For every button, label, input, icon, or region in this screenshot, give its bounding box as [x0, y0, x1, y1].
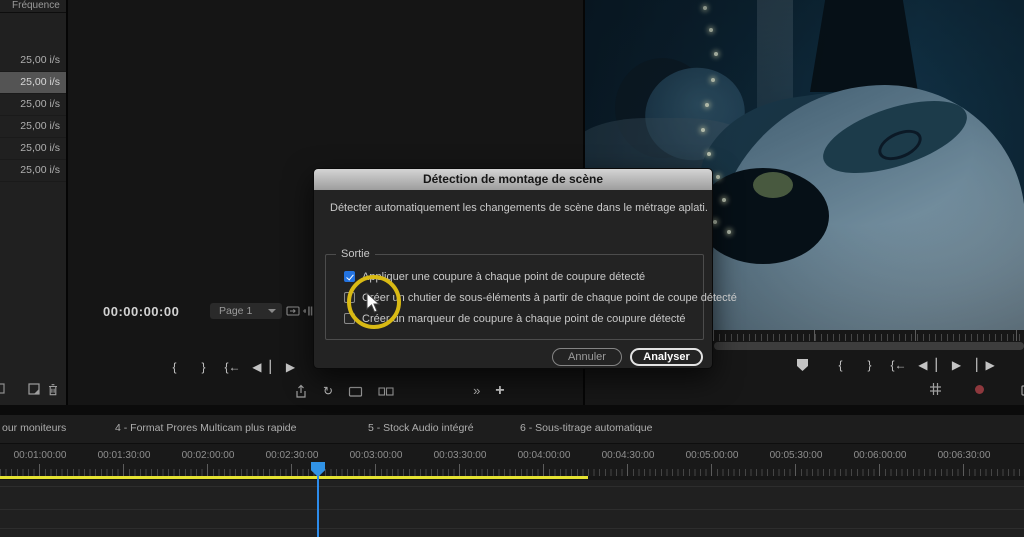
- checkbox-label: Appliquer une coupure à chaque point de …: [362, 270, 646, 283]
- play-icon[interactable]: ▶: [276, 359, 305, 375]
- bin-rows: 25,00 i/s 25,00 i/s 25,00 i/s 25,00 i/s 25,0…: [0, 50, 66, 182]
- fit-icon[interactable]: [286, 305, 300, 317]
- lift-icon[interactable]: ↻: [323, 383, 333, 399]
- checkbox-icon: [344, 271, 355, 282]
- monitor-icon[interactable]: [348, 385, 363, 398]
- dialog-option[interactable]: Créer un chutier de sous-éléments à part…: [344, 287, 737, 308]
- timeline-tab-bar: our moniteurs 4 - Format Prores Multicam …: [0, 415, 1024, 444]
- trash-icon[interactable]: [47, 383, 59, 396]
- checkbox-label: Créer un marqueur de coupure à chaque po…: [362, 312, 686, 325]
- program-scrollbar[interactable]: [714, 342, 1024, 350]
- program-mini-ruler[interactable]: [713, 330, 1024, 341]
- bin-toolbar: [0, 381, 66, 403]
- add-icon[interactable]: +: [495, 383, 504, 399]
- timeline-tab[interactable]: 6 - Sous-titrage automatique: [520, 422, 653, 434]
- mouse-cursor: [366, 291, 382, 319]
- checkbox-label: Créer un chutier de sous-éléments à part…: [362, 291, 737, 304]
- dialog-description: Détecter automatiquement les changements…: [330, 202, 708, 214]
- mark-out-icon[interactable]: }: [189, 359, 218, 375]
- timeline-tracks[interactable]: [0, 480, 1024, 537]
- source-transport-controls: {} {← ◀▕ ▶: [160, 359, 305, 375]
- step-back-icon[interactable]: ◀▕: [247, 359, 276, 375]
- ruler-timecode-label: 00:03:30:00: [433, 450, 487, 461]
- ruler-ticks: [0, 464, 1024, 476]
- work-area-bar[interactable]: [0, 476, 588, 479]
- timeline-tab[interactable]: 5 - Stock Audio intégré: [368, 422, 474, 434]
- multicam-icon[interactable]: [378, 385, 394, 398]
- chevron-down-icon: [268, 309, 276, 313]
- export-icon[interactable]: [294, 384, 308, 399]
- go-to-in-icon[interactable]: {←: [218, 359, 247, 375]
- record-icon[interactable]: [975, 384, 1004, 394]
- analyze-button[interactable]: Analyser: [630, 348, 703, 366]
- source-tools-row: ↻ » +: [294, 383, 505, 399]
- step-back-icon[interactable]: ◀▕: [913, 357, 942, 373]
- bin-row[interactable]: 25,00 i/s: [0, 94, 66, 116]
- page-select-value: Page 1: [219, 305, 253, 317]
- play-icon[interactable]: ▶: [942, 357, 971, 373]
- marker-icon[interactable]: [797, 357, 826, 373]
- page-select-dropdown[interactable]: Page 1: [210, 303, 282, 319]
- ruler-timecode-label: 00:04:30:00: [601, 450, 655, 461]
- ruler-timecode-label: 00:06:00:00: [853, 450, 907, 461]
- bin-row[interactable]: 25,00 i/s: [0, 138, 66, 160]
- ruler-timecode-label: 00:03:00:00: [349, 450, 403, 461]
- dialog-option[interactable]: Créer un marqueur de coupure à chaque po…: [344, 308, 737, 329]
- project-bin-panel: Fréquence 25,00 i/s 25,00 i/s 25,00 i/s 25,…: [0, 0, 68, 405]
- bin-row[interactable]: 25,00 i/s: [0, 160, 66, 182]
- bin-row[interactable]: 25,00 i/s: [0, 50, 66, 72]
- panel-divider: [0, 405, 1024, 415]
- program-tools-row: [929, 382, 1024, 396]
- ruler-timecode-label: 00:04:00:00: [517, 450, 571, 461]
- more-icon[interactable]: »: [473, 383, 480, 399]
- bin-row[interactable]: 25,00 i/s: [0, 116, 66, 138]
- timeline-tab[interactable]: 4 - Format Prores Multicam plus rapide: [115, 422, 296, 434]
- ruler-timecode-label: 00:06:30:00: [937, 450, 991, 461]
- program-transport-controls: {} {← ◀▕ ▶ ▏▶: [797, 357, 1000, 373]
- ruler-timecode-label: 00:01:30:00: [97, 450, 151, 461]
- ruler-timecode-label: 00:02:30:00: [265, 450, 319, 461]
- mark-out-icon[interactable]: }: [855, 357, 884, 373]
- output-group-label: Sortie: [336, 248, 375, 260]
- ruler-timecode-label: 00:05:00:00: [685, 450, 739, 461]
- dialog-options: Appliquer une coupure à chaque point de …: [344, 266, 737, 329]
- scene-edit-detection-dialog: Détection de montage de scène Détecter a…: [313, 168, 737, 369]
- clip-icon[interactable]: [0, 383, 5, 394]
- grid-icon[interactable]: [929, 382, 958, 396]
- go-to-in-icon[interactable]: {←: [884, 357, 913, 373]
- dialog-title[interactable]: Détection de montage de scène: [314, 169, 712, 190]
- ruler-timecode-label: 00:02:00:00: [181, 450, 235, 461]
- step-forward-icon[interactable]: ▏▶: [971, 357, 1000, 373]
- mark-in-icon[interactable]: {: [160, 359, 189, 375]
- cancel-button[interactable]: Annuler: [552, 348, 622, 366]
- source-timecode: 00:00:00:00: [103, 304, 180, 319]
- new-item-icon[interactable]: [28, 383, 41, 395]
- ruler-timecode-label: 00:05:30:00: [769, 450, 823, 461]
- mark-in-icon[interactable]: {: [826, 357, 855, 373]
- playhead-line: [317, 476, 319, 537]
- ruler-timecode-label: 00:01:00:00: [13, 450, 67, 461]
- column-header-framerate[interactable]: Fréquence: [0, 0, 66, 13]
- timeline-tab[interactable]: our moniteurs: [2, 422, 66, 434]
- dialog-option[interactable]: Appliquer une coupure à chaque point de …: [344, 266, 737, 287]
- premiere-pro-window: Fréquence 25,00 i/s 25,00 i/s 25,00 i/s 25,…: [0, 0, 1024, 537]
- bin-row[interactable]: 25,00 i/s: [0, 72, 66, 94]
